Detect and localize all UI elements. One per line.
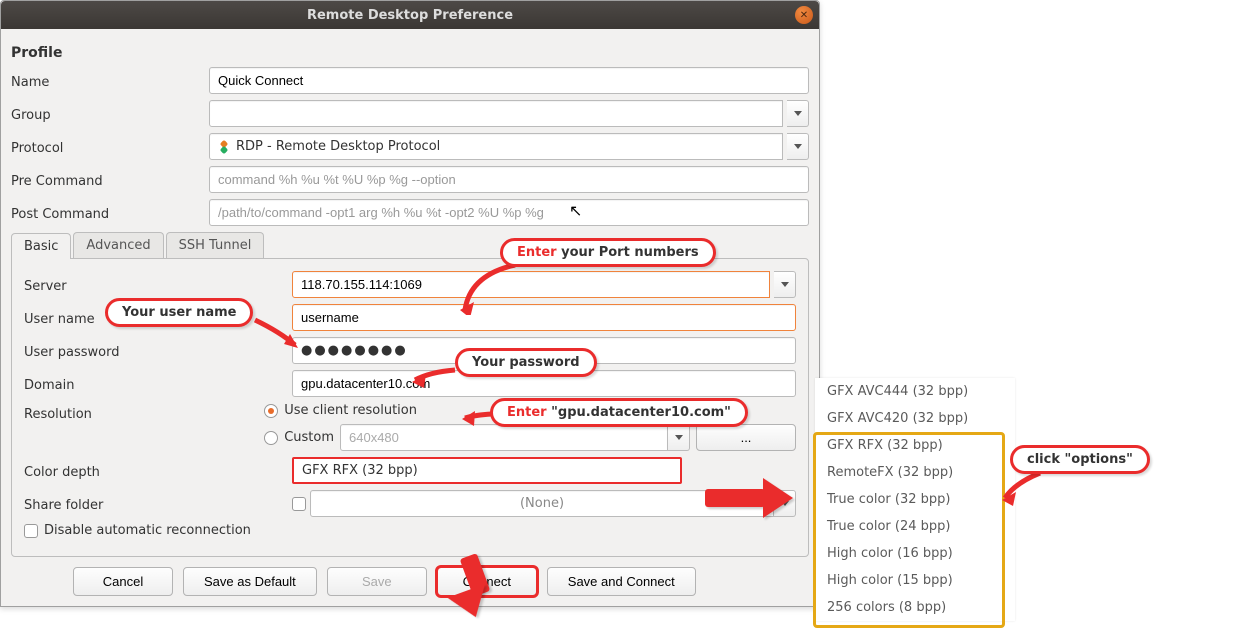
save-default-button[interactable]: Save as Default [183, 567, 317, 596]
protocol-select[interactable]: RDP - Remote Desktop Protocol [209, 133, 783, 160]
resolution-custom-select [340, 424, 668, 451]
dropdown-option[interactable]: GFX AVC444 (32 bpp) [815, 378, 1015, 405]
resolution-custom-arrow[interactable] [668, 424, 690, 451]
colordepth-label: Color depth [24, 461, 284, 480]
tab-ssh-tunnel[interactable]: SSH Tunnel [166, 232, 265, 258]
callout-options-tail [1000, 468, 1050, 508]
dropdown-option[interactable]: RemoteFX (32 bpp) [815, 459, 1015, 486]
resolution-client-label: Use client resolution [284, 403, 417, 418]
callout-port: Enter your Port numbers [500, 238, 716, 267]
tab-advanced[interactable]: Advanced [73, 232, 163, 258]
chevron-down-icon [675, 435, 683, 440]
group-label: Group [11, 104, 201, 123]
name-label: Name [11, 71, 201, 90]
dropdown-option[interactable]: High color (15 bpp) [815, 567, 1015, 594]
domain-label: Domain [24, 374, 284, 393]
colordepth-dropdown-list: GFX AVC444 (32 bpp) GFX AVC420 (32 bpp) … [815, 378, 1015, 621]
chevron-down-icon [794, 111, 802, 116]
resolution-more-button[interactable]: ... [696, 424, 796, 451]
server-label: Server [24, 275, 284, 294]
rdp-icon [218, 141, 230, 153]
resolution-client-radio[interactable] [264, 404, 278, 418]
window-title: Remote Desktop Preference [307, 8, 513, 23]
name-input[interactable] [209, 67, 809, 94]
postcmd-input[interactable] [209, 199, 809, 226]
callout-domain: Enter "gpu.datacenter10.com" [490, 398, 748, 427]
dropdown-option[interactable]: High color (16 bpp) [815, 540, 1015, 567]
disable-reconnect-label: Disable automatic reconnection [44, 523, 251, 538]
save-connect-button[interactable]: Save and Connect [547, 567, 696, 596]
callout-password-tail [410, 358, 460, 388]
sharefolder-label: Share folder [24, 494, 284, 513]
titlebar: Remote Desktop Preference ✕ [1, 1, 819, 29]
chevron-down-icon [794, 144, 802, 149]
save-button: Save [327, 567, 427, 596]
resolution-custom-radio[interactable] [264, 431, 278, 445]
callout-options: click "options" [1010, 445, 1150, 474]
precmd-input[interactable] [209, 166, 809, 193]
profile-heading: Profile [11, 45, 809, 61]
resolution-label: Resolution [24, 403, 256, 422]
group-combo[interactable] [209, 100, 783, 127]
cancel-button[interactable]: Cancel [73, 567, 173, 596]
button-row: Cancel Save as Default Save Connect Save… [11, 567, 809, 596]
dropdown-option[interactable]: True color (32 bpp) [815, 486, 1015, 513]
protocol-value: RDP - Remote Desktop Protocol [236, 139, 440, 154]
disable-reconnect-checkbox[interactable] [24, 524, 38, 538]
protocol-select-arrow[interactable] [787, 133, 809, 160]
resolution-custom-label: Custom [284, 430, 334, 445]
dropdown-option[interactable]: GFX AVC420 (32 bpp) [815, 405, 1015, 432]
cursor-icon: ↖ [569, 201, 582, 220]
callout-port-tail [460, 260, 530, 315]
server-dropdown-arrow[interactable] [774, 271, 796, 298]
dropdown-option[interactable]: GFX RFX (32 bpp) [815, 432, 1015, 459]
tab-basic[interactable]: Basic [11, 233, 71, 259]
dropdown-option[interactable]: 256 colors (8 bpp) [815, 594, 1015, 621]
sharefolder-checkbox[interactable] [292, 497, 306, 511]
protocol-label: Protocol [11, 137, 201, 156]
colordepth-select[interactable]: GFX RFX (32 bpp) [292, 457, 682, 484]
postcmd-label: Post Command [11, 203, 201, 222]
server-input[interactable] [292, 271, 770, 298]
close-icon[interactable]: ✕ [795, 6, 813, 24]
callout-username: Your user name [105, 298, 253, 327]
group-combo-arrow[interactable] [787, 100, 809, 127]
precmd-label: Pre Command [11, 170, 201, 189]
dropdown-option[interactable]: True color (24 bpp) [815, 513, 1015, 540]
callout-username-tail [250, 310, 300, 350]
password-label: User password [24, 341, 284, 360]
username-input[interactable] [292, 304, 796, 331]
callout-password: Your password [455, 348, 597, 377]
chevron-down-icon [781, 282, 789, 287]
